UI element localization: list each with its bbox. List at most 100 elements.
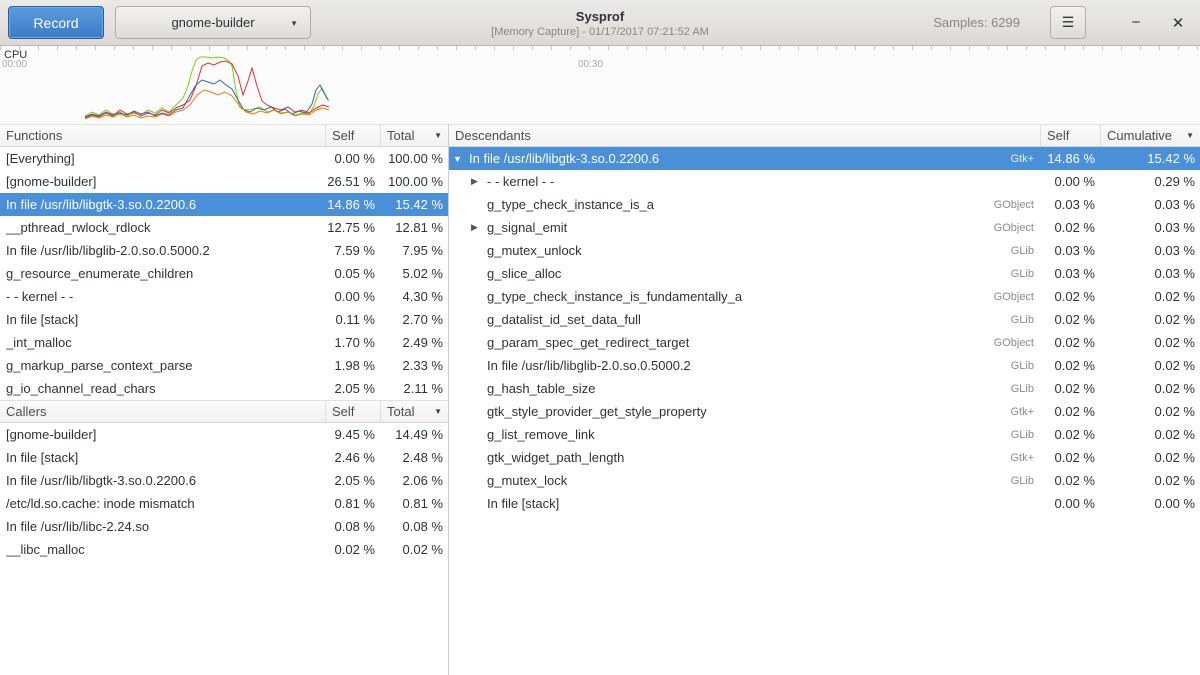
minimize-button[interactable]: − bbox=[1122, 9, 1150, 37]
total-value: 5.02 % bbox=[380, 266, 448, 281]
analysis-area: Functions Self Total▼ [Everything]0.00 %… bbox=[0, 124, 1200, 675]
table-row[interactable]: g_io_channel_read_chars2.05 %2.11 % bbox=[0, 377, 448, 400]
tree-row[interactable]: ▼In file /usr/lib/libgtk-3.so.0.2200.6Gt… bbox=[449, 147, 1200, 170]
self-value: 0.00 % bbox=[325, 289, 380, 304]
function-name: g_param_spec_get_redirect_target bbox=[487, 335, 689, 350]
self-value: 12.75 % bbox=[325, 220, 380, 235]
self-value: 0.02 % bbox=[325, 542, 380, 557]
function-name: In file /usr/lib/libglib-2.0.so.0.5000.2 bbox=[6, 243, 210, 258]
function-name: - - kernel - - bbox=[487, 174, 554, 189]
menu-button[interactable]: ☰ bbox=[1050, 6, 1086, 39]
function-name-cell: In file /usr/lib/libgtk-3.so.0.2200.6 bbox=[0, 473, 325, 488]
table-row[interactable]: In file [stack]2.46 %2.48 % bbox=[0, 446, 448, 469]
cumulative-value: 0.02 % bbox=[1100, 381, 1200, 396]
library-badge: GLib bbox=[1003, 383, 1040, 395]
tree-row[interactable]: In file /usr/lib/libglib-2.0.so.0.5000.2… bbox=[449, 354, 1200, 377]
tree-row[interactable]: g_mutex_lockGLib0.02 %0.02 % bbox=[449, 469, 1200, 492]
table-row[interactable]: g_resource_enumerate_children0.05 %5.02 … bbox=[0, 262, 448, 285]
expander-open-icon[interactable]: ▼ bbox=[453, 154, 469, 164]
table-row[interactable]: /etc/ld.so.cache: inode mismatch0.81 %0.… bbox=[0, 492, 448, 515]
tree-row[interactable]: gtk_widget_path_lengthGtk+0.02 %0.02 % bbox=[449, 446, 1200, 469]
table-row[interactable]: In file /usr/lib/libc-2.24.so0.08 %0.08 … bbox=[0, 515, 448, 538]
cpu-timeline[interactable]: CPU 00:00 00:30 bbox=[0, 46, 1200, 124]
function-name: g_signal_emit bbox=[487, 220, 567, 235]
column-header-cumulative[interactable]: Cumulative▼ bbox=[1100, 125, 1200, 146]
cumulative-value: 0.02 % bbox=[1100, 427, 1200, 442]
table-row[interactable]: In file [stack]0.11 %2.70 % bbox=[0, 308, 448, 331]
cumulative-value: 0.03 % bbox=[1100, 266, 1200, 281]
tree-row[interactable]: g_param_spec_get_redirect_target GObject 0… bbox=[449, 331, 1200, 354]
self-value: 14.86 % bbox=[325, 197, 380, 212]
total-value: 2.06 % bbox=[380, 473, 448, 488]
column-header-self[interactable]: Self bbox=[325, 125, 380, 146]
cumulative-value: 0.02 % bbox=[1100, 358, 1200, 373]
cumulative-value: 0.00 % bbox=[1100, 496, 1200, 511]
library-badge: GObject bbox=[986, 199, 1040, 211]
table-row[interactable]: In file /usr/lib/libgtk-3.so.0.2200.6 2.0… bbox=[0, 469, 448, 492]
callers-header-label: Callers bbox=[6, 404, 46, 419]
table-row[interactable]: [gnome-builder]9.45 %14.49 % bbox=[0, 423, 448, 446]
self-value: 0.02 % bbox=[1040, 312, 1100, 327]
table-row[interactable]: __libc_malloc0.02 %0.02 % bbox=[0, 538, 448, 561]
tree-row[interactable]: g_slice_allocGLib0.03 %0.03 % bbox=[449, 262, 1200, 285]
self-value: 0.02 % bbox=[1040, 404, 1100, 419]
tree-row[interactable]: gtk_style_provider_get_style_propertyGtk… bbox=[449, 400, 1200, 423]
library-badge: GLib bbox=[1003, 268, 1040, 280]
function-name-cell: g_resource_enumerate_children bbox=[0, 266, 325, 281]
self-value: 0.00 % bbox=[1040, 174, 1100, 189]
column-header-total[interactable]: Total▼ bbox=[380, 401, 448, 422]
table-row[interactable]: In file /usr/lib/libgtk-3.so.0.2200.614.… bbox=[0, 193, 448, 216]
left-panel: Functions Self Total▼ [Everything]0.00 %… bbox=[0, 124, 449, 675]
tree-row[interactable]: ▶g_signal_emitGObject0.02 %0.03 % bbox=[449, 216, 1200, 239]
table-row[interactable]: In file /usr/lib/libglib-2.0.so.0.5000.2… bbox=[0, 239, 448, 262]
library-badge: GObject bbox=[986, 337, 1040, 349]
hamburger-icon: ☰ bbox=[1062, 14, 1075, 30]
cumulative-value: 0.03 % bbox=[1100, 243, 1200, 258]
function-name: gtk_widget_path_length bbox=[487, 450, 624, 465]
total-value: 100.00 % bbox=[380, 174, 448, 189]
function-name-cell: g_mutex_lockGLib bbox=[449, 473, 1040, 488]
column-header-descendants[interactable]: Descendants bbox=[449, 125, 1040, 146]
tree-row[interactable]: In file [stack]0.00 %0.00 % bbox=[449, 492, 1200, 515]
self-value: 0.03 % bbox=[1040, 243, 1100, 258]
time-label-mid: 00:30 bbox=[578, 59, 603, 70]
function-name: __libc_malloc bbox=[6, 542, 85, 557]
function-name-cell: /etc/ld.so.cache: inode mismatch bbox=[0, 496, 325, 511]
tree-row[interactable]: g_type_check_instance_is_aGObject0.03 %0… bbox=[449, 193, 1200, 216]
self-value: 9.45 % bbox=[325, 427, 380, 442]
cumulative-value: 0.02 % bbox=[1100, 335, 1200, 350]
total-value: 4.30 % bbox=[380, 289, 448, 304]
expander-closed-icon[interactable]: ▶ bbox=[471, 176, 487, 187]
column-header-self[interactable]: Self bbox=[325, 401, 380, 422]
tree-row[interactable]: g_datalist_id_set_data_fullGLib0.02 %0.0… bbox=[449, 308, 1200, 331]
tree-row[interactable]: ▶- - kernel - -0.00 %0.29 % bbox=[449, 170, 1200, 193]
function-name-cell: gtk_widget_path_lengthGtk+ bbox=[449, 450, 1040, 465]
close-button[interactable]: ✕ bbox=[1164, 9, 1192, 37]
table-row[interactable]: __pthread_rwlock_rdlock12.75 %12.81 % bbox=[0, 216, 448, 239]
column-header-callers[interactable]: Callers bbox=[0, 401, 325, 422]
tree-row[interactable]: g_list_remove_linkGLib0.02 %0.02 % bbox=[449, 423, 1200, 446]
function-name: _int_malloc bbox=[6, 335, 72, 350]
function-name: __pthread_rwlock_rdlock bbox=[6, 220, 151, 235]
function-name: g_hash_table_size bbox=[487, 381, 595, 396]
column-header-total[interactable]: Total▼ bbox=[380, 125, 448, 146]
column-header-self[interactable]: Self bbox=[1040, 125, 1100, 146]
function-name-cell: - - kernel - - bbox=[0, 289, 325, 304]
table-row[interactable]: - - kernel - -0.00 %4.30 % bbox=[0, 285, 448, 308]
tree-row[interactable]: g_mutex_unlockGLib0.03 %0.03 % bbox=[449, 239, 1200, 262]
tree-row[interactable]: g_type_check_instance_is_fundamentally_a… bbox=[449, 285, 1200, 308]
self-value: 0.05 % bbox=[325, 266, 380, 281]
record-button[interactable]: Record bbox=[8, 6, 104, 39]
target-selector-dropdown[interactable]: gnome-builder ▼ bbox=[115, 6, 311, 39]
total-value: 14.49 % bbox=[380, 427, 448, 442]
column-header-functions[interactable]: Functions bbox=[0, 125, 325, 146]
table-row[interactable]: g_markup_parse_context_parse1.98 %2.33 % bbox=[0, 354, 448, 377]
table-row[interactable]: [gnome-builder]26.51 %100.00 % bbox=[0, 170, 448, 193]
function-name-cell: In file /usr/lib/libglib-2.0.so.0.5000.2 bbox=[0, 243, 325, 258]
expander-closed-icon[interactable]: ▶ bbox=[471, 222, 487, 233]
table-row[interactable]: [Everything]0.00 %100.00 % bbox=[0, 147, 448, 170]
self-value: 1.98 % bbox=[325, 358, 380, 373]
table-row[interactable]: _int_malloc1.70 %2.49 % bbox=[0, 331, 448, 354]
self-value: 0.02 % bbox=[1040, 358, 1100, 373]
tree-row[interactable]: g_hash_table_sizeGLib0.02 %0.02 % bbox=[449, 377, 1200, 400]
